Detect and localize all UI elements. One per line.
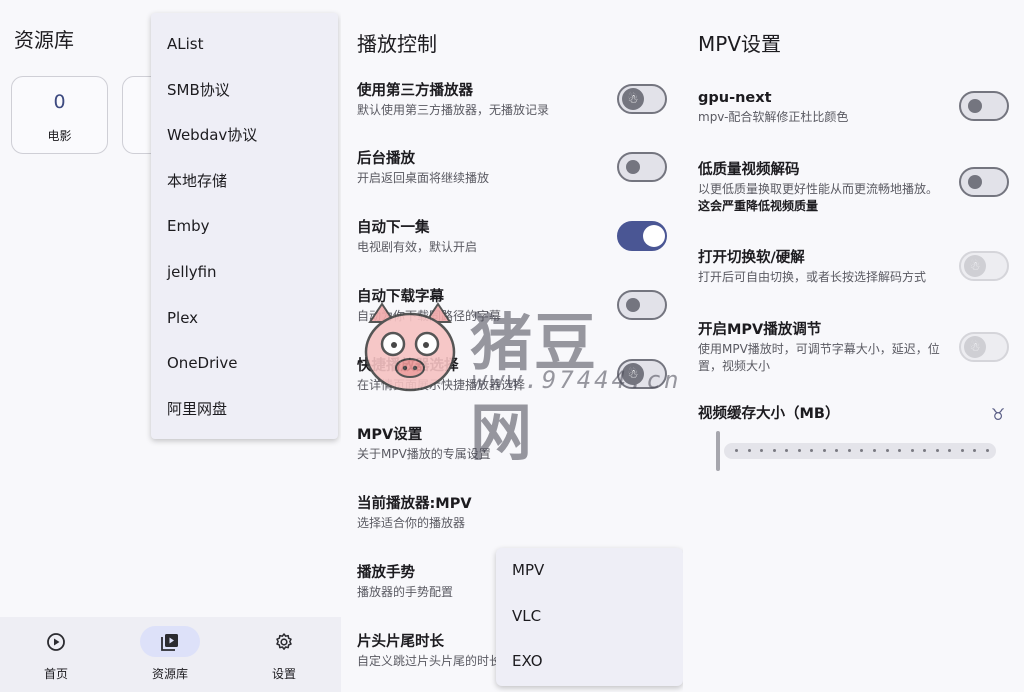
setting-mpv[interactable]: MPV设置 关于MPV播放的专属设置 (357, 425, 667, 463)
setting-sw-hw-switch[interactable]: 打开切换软/硬解 打开后可自由切换，或者长按选择解码方式 (698, 248, 968, 286)
source-item-emby[interactable]: Emby (151, 204, 338, 250)
toggle-sw-hw-switch[interactable]: ☃ (959, 251, 1009, 281)
source-item-aliyun[interactable]: 阿里网盘 (151, 387, 338, 433)
slider-tick-marks (735, 449, 989, 453)
setting-title: 开启MPV播放调节 (698, 322, 822, 338)
source-type-menu: AList SMB协议 Webdav协议 本地存储 Emby jellyfin … (151, 13, 338, 439)
movie-stat-card[interactable]: 0 电影 (11, 76, 108, 154)
setting-cache-size: 视频缓存大小（MB） (698, 404, 948, 424)
reset-icon[interactable]: ♉ (987, 404, 1009, 426)
nav-settings-label: 设置 (271, 667, 296, 681)
setting-title: gpu-next (698, 90, 772, 106)
source-item-onedrive[interactable]: OneDrive (151, 341, 338, 387)
player-select-menu: MPV VLC EXO (496, 548, 683, 686)
setting-title: 打开切换软/硬解 (698, 250, 805, 266)
nav-home-label: 首页 (43, 667, 68, 681)
toggle-knob (968, 175, 982, 189)
toggle-knob (643, 225, 665, 247)
source-item-jellyfin[interactable]: jellyfin (151, 250, 338, 296)
source-item-alist[interactable]: AList (151, 22, 338, 68)
nav-library-label: 资源库 (151, 667, 188, 681)
cache-slider-thumb[interactable] (716, 431, 720, 471)
setting-subtitle: 使用MPV播放时，可调节字幕大小，延迟，位置，视频大小 (698, 342, 940, 373)
setting-subtitle: 关于MPV播放的专属设置 (357, 447, 491, 461)
setting-subtitle: 选择适合你的播放器 (357, 516, 466, 530)
library-title: 资源库 (14, 28, 74, 52)
movie-count: 0 (53, 91, 66, 113)
toggle-quick-player[interactable]: ☃ (617, 359, 667, 389)
player-option-mpv[interactable]: MPV (496, 548, 683, 594)
play-circle-icon (47, 633, 65, 651)
toggle-knob (626, 160, 640, 174)
source-item-webdav[interactable]: Webdav协议 (151, 113, 338, 159)
library-panel: 资源库 0 电影 首页 资源库 设置 AList SMB协议 Webdav协议 … (0, 0, 341, 692)
nav-library[interactable]: 资源库 (120, 617, 220, 692)
player-option-vlc[interactable]: VLC (496, 594, 683, 640)
setting-mpv-adjust[interactable]: 开启MPV播放调节 使用MPV播放时，可调节字幕大小，延迟，位置，视频大小 (698, 320, 948, 375)
player-option-exo[interactable]: EXO (496, 639, 683, 685)
playback-title: 播放控制 (357, 32, 437, 56)
toggle-knob-icon: ☃ (964, 336, 986, 358)
setting-title: MPV设置 (357, 427, 423, 443)
toggle-knob-icon: ☃ (622, 363, 644, 385)
setting-current-player[interactable]: 当前播放器:MPV 选择适合你的播放器 (357, 494, 667, 532)
toggle-knob (626, 298, 640, 312)
toggle-knob-icon: ☃ (622, 88, 644, 110)
app-window: 资源库 0 电影 首页 资源库 设置 AList SMB协议 Webdav协议 … (0, 0, 1024, 692)
toggle-knob-icon: ☃ (964, 255, 986, 277)
movie-label: 电影 (47, 129, 72, 143)
toggle-gpu-next[interactable] (959, 91, 1009, 121)
setting-low-quality-decode[interactable]: 低质量视频解码 以更低质量换取更好性能从而更流畅地播放。 这会严重降低视频质量 (698, 160, 968, 215)
nav-settings[interactable]: 设置 (234, 617, 334, 692)
subtitle-text: 以更低质量换取更好性能从而更流畅地播放。 (698, 182, 939, 196)
setting-subtitle: 以更低质量换取更好性能从而更流畅地播放。 这会严重降低视频质量 (698, 181, 968, 215)
cache-label: 视频缓存大小（MB） (698, 406, 840, 422)
video-library-icon (161, 634, 178, 651)
bottom-navigation: 首页 资源库 设置 (0, 617, 341, 692)
setting-subtitle: 打开后可自由切换，或者长按选择解码方式 (698, 270, 927, 284)
toggle-background-play[interactable] (617, 152, 667, 182)
setting-title: 当前播放器:MPV (357, 496, 472, 512)
nav-home[interactable]: 首页 (6, 617, 106, 692)
source-item-local[interactable]: 本地存储 (151, 159, 338, 205)
toggle-auto-next[interactable] (617, 221, 667, 251)
toggle-knob (968, 99, 982, 113)
toggle-auto-subtitle[interactable] (617, 290, 667, 320)
setting-subtitle: mpv-配合软解修正杜比颜色 (698, 110, 849, 124)
setting-gpu-next[interactable]: gpu-next mpv-配合软解修正杜比颜色 (698, 88, 968, 126)
mpv-title: MPV设置 (698, 32, 781, 56)
toggle-mpv-adjust[interactable]: ☃ (959, 332, 1009, 362)
subtitle-warning: 这会严重降低视频质量 (698, 199, 819, 213)
source-item-plex[interactable]: Plex (151, 296, 338, 342)
toggle-third-party-player[interactable]: ☃ (617, 84, 667, 114)
source-item-smb[interactable]: SMB协议 (151, 68, 338, 114)
gear-icon (276, 633, 292, 650)
toggle-low-quality-decode[interactable] (959, 167, 1009, 197)
setting-title: 低质量视频解码 (698, 162, 800, 178)
